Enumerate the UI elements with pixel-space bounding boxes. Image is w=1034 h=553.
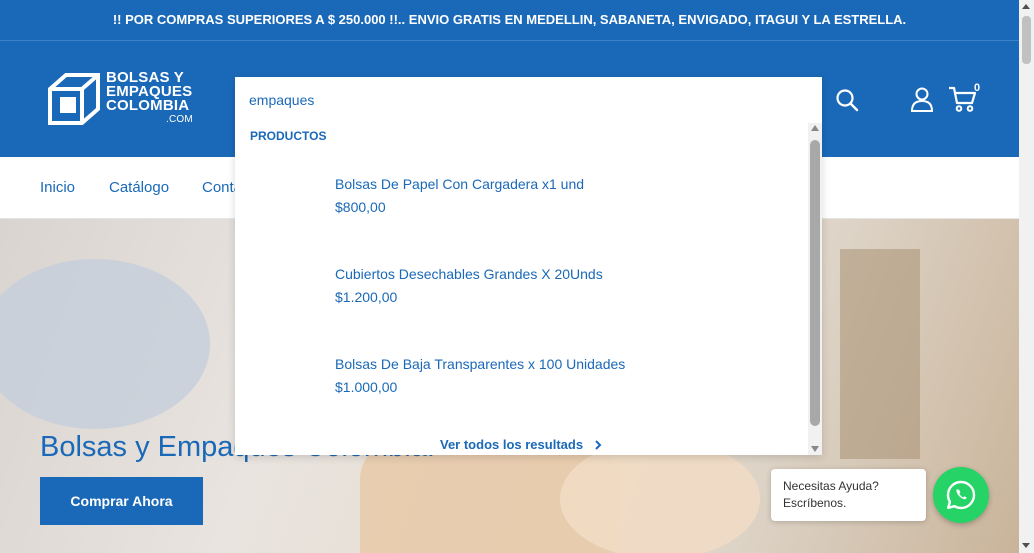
cart-count-badge: 0	[974, 82, 981, 94]
search-results: PRODUCTOS Bolsas De Papel Con Cargadera …	[235, 123, 807, 455]
page-scroll-thumb[interactable]	[1022, 16, 1031, 64]
view-all-results-link[interactable]: Ver todos los resultads	[440, 437, 603, 452]
nav-item-catalogo[interactable]: Catálogo	[109, 179, 169, 196]
nav-item-inicio[interactable]: Inicio	[40, 179, 75, 196]
page-scroll-up-arrow[interactable]	[1022, 4, 1030, 9]
scroll-down-arrow[interactable]	[811, 446, 819, 452]
result-name: Cubiertos Desechables Grandes X 20Unds	[335, 266, 603, 282]
hero-image-shape	[840, 249, 920, 459]
help-bubble[interactable]: Necesitas Ayuda? Escríbenos.	[771, 469, 926, 521]
scroll-thumb[interactable]	[810, 140, 820, 426]
results-section-title: PRODUCTOS	[250, 129, 327, 143]
help-line-1: Necesitas Ayuda?	[783, 479, 879, 493]
page-scroll-down-arrow[interactable]	[1022, 543, 1030, 548]
logo-box-icon	[48, 73, 100, 125]
whatsapp-button[interactable]	[933, 467, 989, 523]
scroll-up-arrow[interactable]	[811, 125, 819, 131]
search-result-item[interactable]: Bolsas De Papel Con Cargadera x1 und $80…	[235, 155, 807, 245]
logo-line-4: .COM	[166, 114, 193, 125]
result-price: $1.000,00	[335, 379, 398, 395]
page-scrollbar[interactable]	[1019, 0, 1034, 553]
whatsapp-icon	[946, 480, 976, 510]
result-name: Bolsas De Baja Transparentes x 100 Unida…	[335, 356, 626, 372]
search-icon[interactable]	[835, 88, 859, 112]
user-icon[interactable]	[909, 86, 935, 112]
hero-image-shape	[0, 259, 210, 429]
result-name: Bolsas De Papel Con Cargadera x1 und	[335, 176, 585, 192]
chevron-right-icon	[594, 440, 602, 450]
view-all-label: Ver todos los resultads	[440, 437, 584, 452]
search-dropdown: PRODUCTOS Bolsas De Papel Con Cargadera …	[235, 77, 822, 455]
logo[interactable]: BOLSAS Y EMPAQUES COLOMBIA .COM	[46, 70, 206, 129]
results-scrollbar[interactable]	[808, 123, 822, 455]
shop-now-button[interactable]: Comprar Ahora	[40, 477, 203, 525]
result-price: $1.200,00	[335, 289, 398, 305]
logo-text: BOLSAS Y EMPAQUES COLOMBIA .COM	[106, 70, 193, 127]
result-price: $800,00	[335, 199, 386, 215]
search-input[interactable]	[235, 77, 822, 123]
search-result-item[interactable]: Cubiertos Desechables Grandes X 20Unds $…	[235, 245, 807, 335]
search-result-item[interactable]: Bolsas De Baja Transparentes x 100 Unida…	[235, 335, 807, 425]
announcement-bar: !! POR COMPRAS SUPERIORES A $ 250.000 !!…	[0, 0, 1019, 41]
help-line-2: Escríbenos.	[783, 496, 847, 510]
hero-image-shape	[560, 439, 760, 553]
logo-line-3: COLOMBIA	[106, 97, 190, 114]
